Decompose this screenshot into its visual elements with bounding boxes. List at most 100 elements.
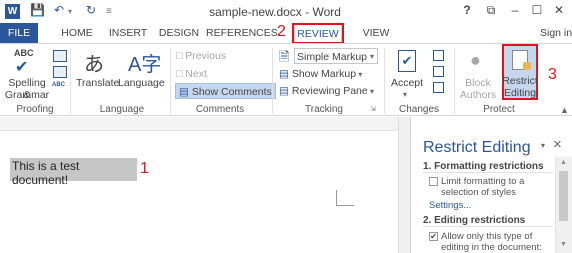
next-comment-button[interactable]: □ Next <box>176 66 207 82</box>
show-markup-icon: ▤ <box>279 68 292 80</box>
pane-scrollbar[interactable]: ▲ ▼ <box>555 157 572 253</box>
translate-icon: あ <box>84 54 104 76</box>
tab-home[interactable]: HOME <box>58 23 96 43</box>
close-icon[interactable]: ✕ <box>550 3 568 17</box>
vertical-scrollbar[interactable] <box>398 117 410 253</box>
show-comments-button[interactable]: ▤ Show Comments <box>175 83 276 99</box>
language-label: Language <box>118 77 165 89</box>
scroll-down-icon[interactable]: ▼ <box>560 241 567 248</box>
reviewing-pane-label: Reviewing Pane <box>291 85 368 97</box>
proofing-group-label: Proofing <box>16 104 54 115</box>
thesaurus-icon[interactable] <box>53 66 67 78</box>
changes-group-label: Changes <box>398 104 440 115</box>
pane-title: Restrict Editing <box>423 139 531 156</box>
reject-icon[interactable] <box>433 50 444 61</box>
formatting-restrictions-heading: 1. Formatting restrictions <box>423 161 544 172</box>
restrict-label-line2: Editing <box>503 87 537 99</box>
settings-link[interactable]: Settings... <box>429 200 471 211</box>
separator <box>170 48 171 114</box>
chevron-down-icon: ▾ <box>356 70 363 79</box>
lock-icon <box>523 62 531 70</box>
minimize-icon[interactable]: – <box>506 3 524 17</box>
spelling-grammar-button[interactable]: ABC ✔ Spelling & Grammar <box>4 46 50 102</box>
tab-file[interactable]: FILE <box>0 23 38 43</box>
collapse-ribbon-icon[interactable]: ▲ <box>560 105 569 115</box>
block-authors-button[interactable]: ● Block Authors <box>458 46 496 102</box>
language-icon: A字 <box>128 54 162 76</box>
editing-restrictions-heading: 2. Editing restrictions <box>423 215 526 226</box>
markup-value: Simple Markup <box>297 51 368 63</box>
limit-formatting-checkbox[interactable] <box>429 177 438 186</box>
separator <box>384 48 385 114</box>
accept-button[interactable]: ✔ Accept ▾ <box>388 46 426 102</box>
chevron-down-icon: ▾ <box>369 52 374 61</box>
language-group-label: Language <box>99 104 145 115</box>
previous-comment-button[interactable]: □ Previous <box>176 48 226 64</box>
separator <box>272 48 273 114</box>
word-count-icon[interactable]: ABC <box>52 82 65 88</box>
review-highlight-box <box>292 23 344 44</box>
restrict-label-line1: Restrict <box>502 75 538 87</box>
translate-button[interactable]: あ Translate <box>76 46 120 102</box>
redo-icon[interactable]: ↻ <box>86 3 96 17</box>
dialog-launcher-icon[interactable]: ⇲ <box>370 105 376 113</box>
reviewing-pane-button[interactable]: ▤ Reviewing Pane ▾ <box>279 83 374 99</box>
accept-icon: ✔ <box>398 50 416 72</box>
accept-label: Accept <box>390 77 424 89</box>
divider <box>423 172 553 173</box>
ribbon-display-options-icon[interactable]: ⧉ <box>482 3 500 18</box>
allow-editing-checkbox[interactable]: ✔ <box>429 232 438 241</box>
next-label: Next <box>185 68 207 80</box>
help-icon[interactable]: ? <box>458 3 476 17</box>
spelling-label-line2: Grammar <box>4 89 50 101</box>
separator <box>70 48 71 114</box>
block-label-line2: Authors <box>459 89 497 101</box>
tab-view[interactable]: VIEW <box>360 23 392 43</box>
previous-label: Previous <box>185 50 227 62</box>
reviewing-pane-icon: ▤ <box>279 85 292 97</box>
chevron-down-icon: ▾ <box>403 90 408 99</box>
page-corner-mark <box>336 190 354 206</box>
restrict-editing-button[interactable]: Restrict Editing <box>502 44 538 100</box>
tab-references[interactable]: REFERENCES <box>206 23 278 43</box>
next-icon: □ <box>176 68 186 80</box>
tab-insert[interactable]: INSERT <box>106 23 150 43</box>
comments-group-label: Comments <box>195 104 245 115</box>
define-icon[interactable] <box>53 50 67 62</box>
next-change-icon[interactable] <box>433 82 444 93</box>
show-markup-button[interactable]: ▤ Show Markup ▾ <box>279 66 362 82</box>
tracking-group-label: Tracking <box>305 104 343 115</box>
separator <box>454 48 455 114</box>
show-markup-label: Show Markup <box>291 68 357 80</box>
customize-qat-icon[interactable]: ≡ <box>106 6 112 17</box>
scroll-up-icon[interactable]: ▲ <box>560 159 567 166</box>
window-title: sample-new.docx - Word <box>209 5 341 19</box>
annotation-1: 1 <box>140 160 149 177</box>
word-window: W 💾 ↶ ▾ ↻ ≡ sample-new.docx - Word ? ⧉ –… <box>0 0 572 253</box>
sign-in-link[interactable]: Sign in <box>540 23 572 43</box>
pane-options-icon[interactable]: ▾ <box>541 141 545 150</box>
language-button[interactable]: A字 Language <box>118 46 165 102</box>
markup-dropdown[interactable]: Simple Markup ▾ <box>294 48 378 64</box>
pane-close-icon[interactable]: × <box>553 136 562 153</box>
translate-label: Translate <box>76 77 120 89</box>
show-comments-label: Show Comments <box>191 86 272 98</box>
selected-document-text[interactable]: This is a test document! <box>10 158 137 187</box>
block-authors-icon: ● <box>470 50 481 70</box>
maximize-icon[interactable]: ☐ <box>528 3 546 17</box>
ribbon: ABC ✔ Spelling & Grammar ABC Proofing あ … <box>0 43 572 116</box>
restrict-editing-pane: Restrict Editing ▾ × 1. Formatting restr… <box>410 117 572 253</box>
word-logo-icon: W <box>5 4 20 19</box>
annotation-3: 3 <box>548 66 557 83</box>
scrollbar-thumb[interactable] <box>559 171 568 221</box>
save-icon[interactable]: 💾 <box>30 3 45 17</box>
protect-group-label: Protect <box>483 104 515 115</box>
tab-design[interactable]: DESIGN <box>156 23 202 43</box>
chevron-down-icon: ▾ <box>367 87 374 96</box>
limit-formatting-label: Limit formatting to a selection of style… <box>441 176 525 198</box>
undo-icon[interactable]: ↶ <box>54 3 64 17</box>
ribbon-tabs: FILE HOME INSERT DESIGN REFERENCES 2 REV… <box>0 23 572 44</box>
previous-change-icon[interactable] <box>433 66 444 77</box>
undo-dropdown-icon[interactable]: ▾ <box>68 7 72 16</box>
allow-editing-label: Allow only this type of editing in the d… <box>441 231 542 253</box>
